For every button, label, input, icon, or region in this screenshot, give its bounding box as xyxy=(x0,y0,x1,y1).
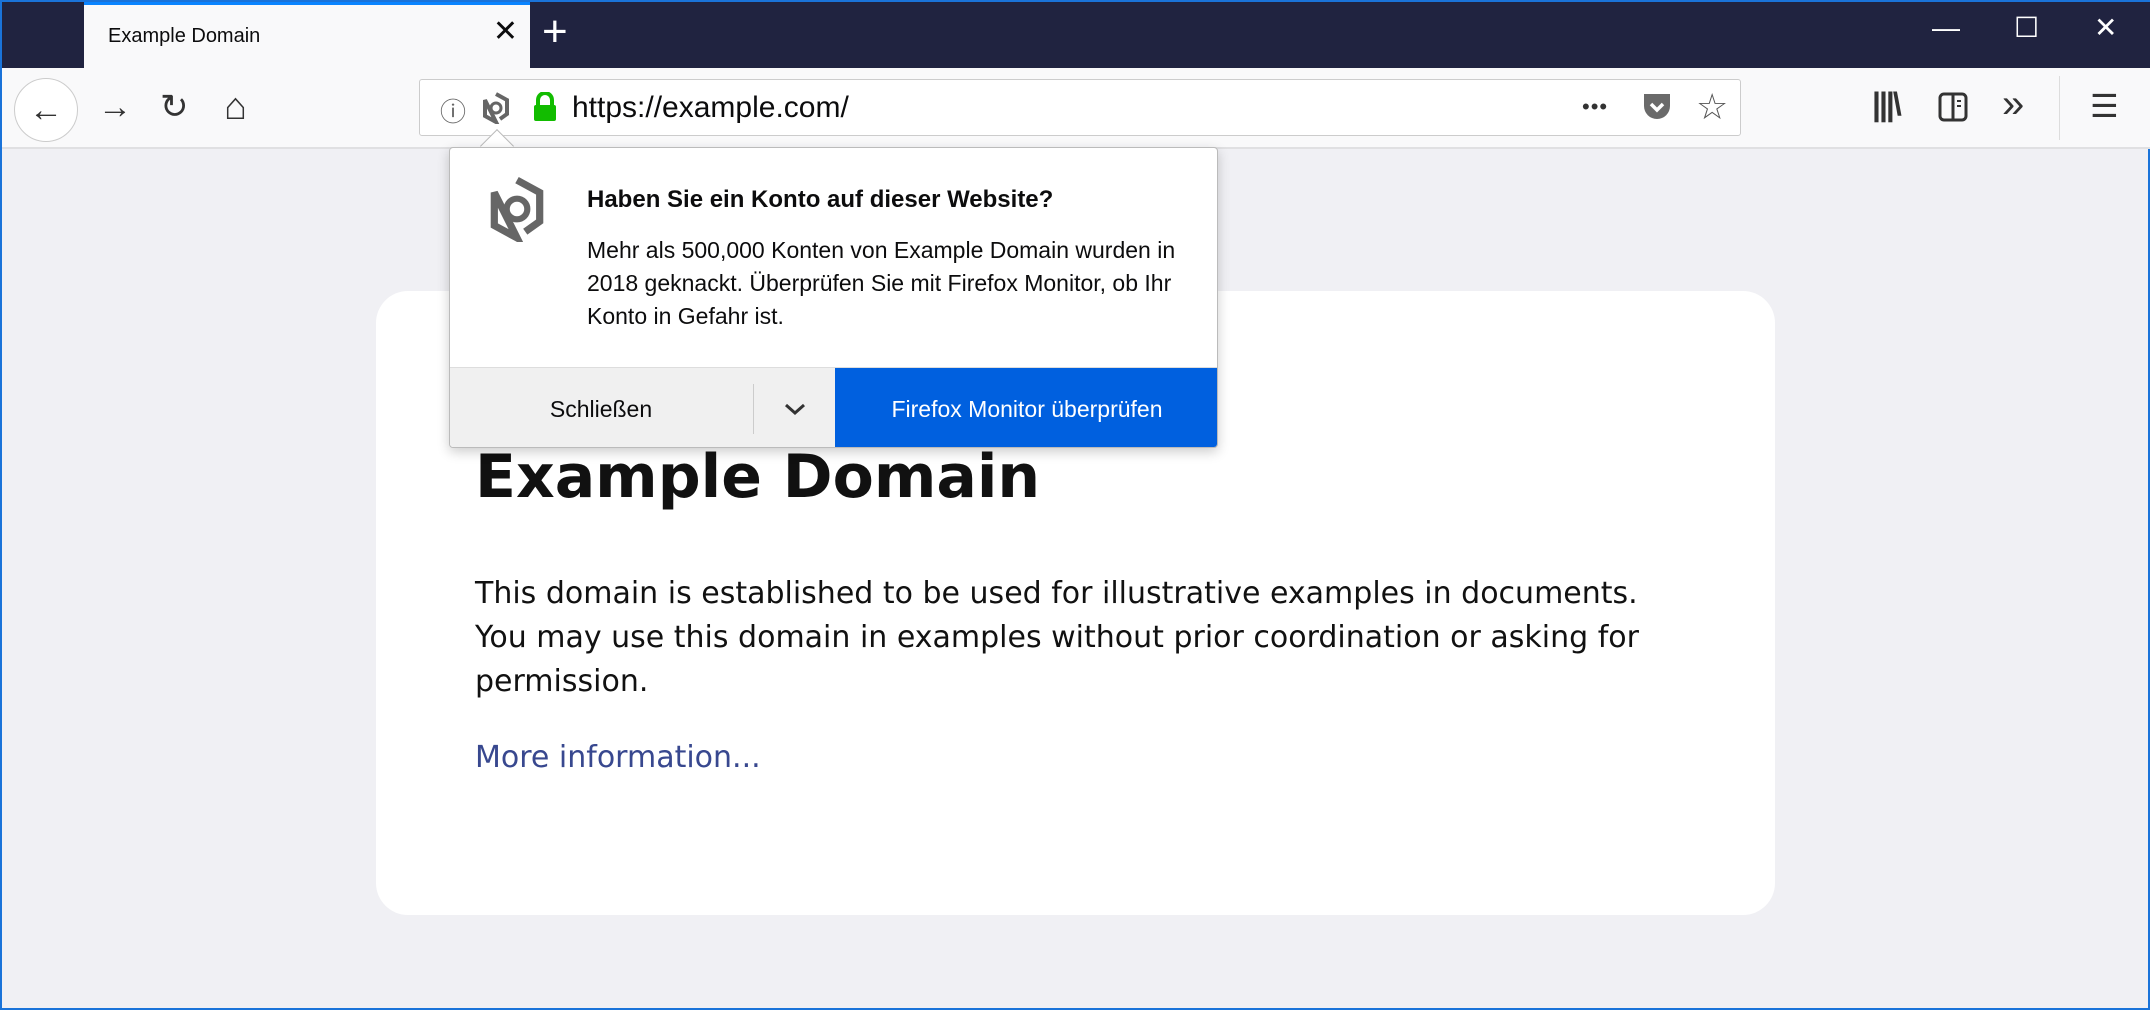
info-icon[interactable]: ⓘ xyxy=(440,92,466,129)
popup-heading: Haben Sie ein Konto auf dieser Website? xyxy=(587,186,1053,214)
tab-close-icon[interactable]: ✕ xyxy=(493,17,518,47)
popup-button-row: Schließen Firefox Monitor überprüfen xyxy=(450,367,1218,448)
firefox-monitor-popup: Haben Sie ein Konto auf dieser Website? … xyxy=(449,147,1218,448)
new-tab-button[interactable]: + xyxy=(542,10,568,54)
maximize-button[interactable]: ☐ xyxy=(2014,14,2039,42)
bookmark-star-icon[interactable]: ☆ xyxy=(1696,86,1728,128)
back-button[interactable]: ← xyxy=(14,78,78,142)
check-firefox-monitor-button[interactable]: Firefox Monitor überprüfen xyxy=(835,368,1218,448)
hamburger-menu-button[interactable]: ☰ xyxy=(2090,90,2119,122)
lock-icon xyxy=(533,92,557,127)
page-actions-icon[interactable]: ••• xyxy=(1582,94,1608,120)
more-information-link[interactable]: More information... xyxy=(475,740,761,775)
pocket-icon[interactable] xyxy=(1642,92,1672,129)
page-paragraph: This domain is established to be used fo… xyxy=(475,572,1675,704)
home-button[interactable]: ⌂ xyxy=(224,88,247,126)
overflow-menu-button[interactable]: » xyxy=(2002,84,2024,124)
tab-title: Example Domain xyxy=(108,25,260,48)
sidebar-icon[interactable] xyxy=(1938,92,1968,127)
minimize-button[interactable]: — xyxy=(1932,14,1960,42)
navigation-toolbar: ← → ↻ ⌂ ⓘ https://example.com/ ••• ☆ |||… xyxy=(2,68,2150,149)
chevron-down-icon xyxy=(783,401,807,417)
toolbar-separator xyxy=(2059,76,2060,140)
firefox-monitor-logo-icon xyxy=(486,176,548,247)
reload-button[interactable]: ↻ xyxy=(160,90,189,124)
close-window-button[interactable]: ✕ xyxy=(2094,14,2117,42)
firefox-monitor-icon[interactable] xyxy=(482,92,510,129)
library-icon[interactable]: |||\ xyxy=(1872,88,1900,120)
forward-button[interactable]: → xyxy=(98,90,132,124)
dropdown-chevron-button[interactable] xyxy=(753,384,835,434)
url-bar[interactable]: ⓘ https://example.com/ ••• ☆ xyxy=(419,79,1741,136)
tab-example-domain[interactable]: Example Domain ✕ xyxy=(84,2,530,68)
popup-body: Mehr als 500,000 Konten von Example Doma… xyxy=(587,234,1187,333)
page-heading: Example Domain xyxy=(475,442,1040,512)
close-button[interactable]: Schließen xyxy=(450,368,752,448)
url-text[interactable]: https://example.com/ xyxy=(572,91,849,125)
